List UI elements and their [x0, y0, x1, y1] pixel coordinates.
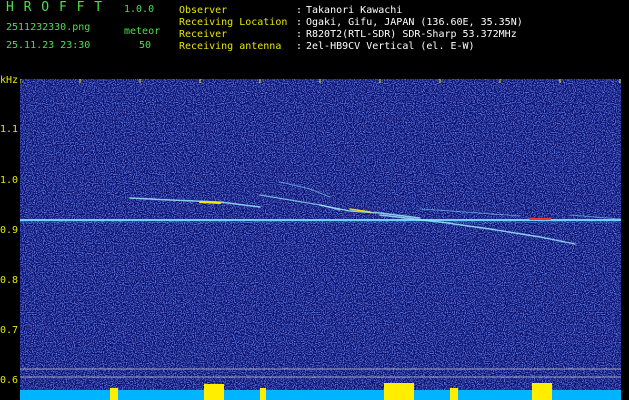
observer-label: Observer [179, 5, 228, 16]
receiver-value: R820T2(RTL-SDR) SDR-Sharp 53.372MHz [306, 29, 517, 40]
app-version: 1.0.0 [124, 4, 155, 15]
spectrogram-graphic [20, 79, 621, 400]
file-name: 2511232330.png [6, 22, 91, 33]
y-tick-label: 0.8 [0, 275, 19, 286]
y-tick-label: 0.9 [0, 225, 19, 236]
receiver-label: Receiver [179, 29, 228, 40]
meteor-count: 50 [139, 40, 152, 51]
receiver-sep: : [296, 29, 303, 40]
y-tick-label: 1.0 [0, 175, 19, 186]
app-title: H R O F F T [6, 0, 104, 15]
y-tick-label: 1.1 [0, 124, 19, 135]
location-sep: : [296, 17, 303, 28]
mode-label: meteor [124, 26, 161, 37]
location-label: Receiving Location [179, 17, 288, 28]
antenna-sep: : [296, 41, 303, 52]
y-tick-label: 0.6 [0, 375, 19, 386]
antenna-label: Receiving antenna [179, 41, 282, 52]
observer-sep: : [296, 5, 303, 16]
observer-value: Takanori Kawachi [306, 5, 403, 16]
antenna-value: 2el-HB9CV Vertical (el. E-W) [306, 41, 475, 52]
meteor-trace-peak [199, 201, 221, 204]
y-tick-label: 0.7 [0, 325, 19, 336]
y-axis-unit: kHz [0, 75, 19, 86]
spectrum-noise [20, 79, 621, 400]
spectrogram [20, 79, 621, 400]
date-time: 25.11.23 23:30 [6, 40, 91, 51]
location-value: Ogaki, Gifu, JAPAN (136.60E, 35.35N) [306, 17, 523, 28]
